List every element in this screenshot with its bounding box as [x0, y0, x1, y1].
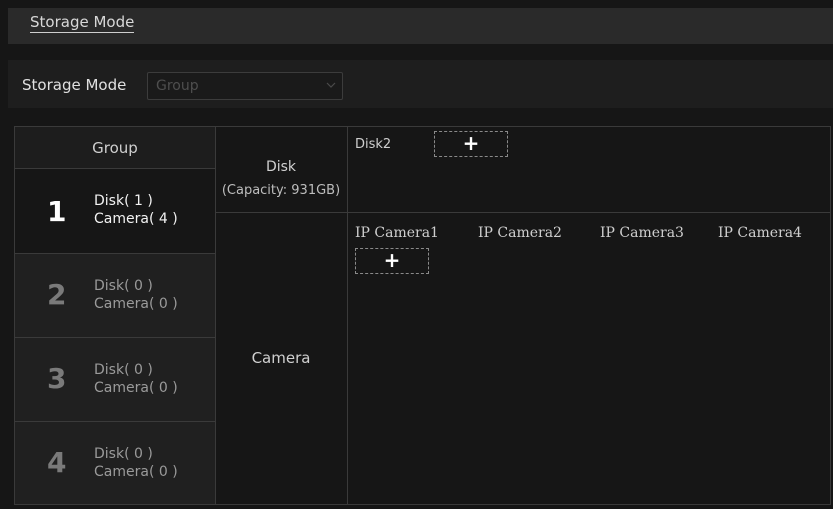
disk-title: Disk [265, 159, 297, 175]
group-info: Disk( 1 ) Camera( 4 ) [94, 192, 178, 228]
group-disk-count: Disk( 0 ) [94, 362, 153, 378]
camera-item[interactable]: IP Camera4 [718, 225, 802, 241]
storage-mode-value: Group [156, 78, 199, 94]
storage-mode-row: Storage Mode Group [8, 60, 833, 108]
group-disk-count: Disk( 1 ) [94, 193, 153, 209]
group-number: 4 [47, 446, 67, 479]
camera-item[interactable]: IP Camera3 [600, 225, 684, 241]
storage-mode-label: Storage Mode [22, 76, 127, 94]
group-row-4[interactable]: 4 Disk( 0 ) Camera( 0 ) [15, 422, 215, 504]
group-table: Group 1 Disk( 1 ) Camera( 4 ) 2 Disk( 0 … [14, 126, 831, 505]
camera-section-label: Camera [215, 213, 347, 505]
divider [347, 127, 348, 504]
group-disk-count: Disk( 0 ) [94, 278, 153, 294]
tab-bar: Storage Mode [8, 8, 833, 44]
group-camera-count: Camera( 4 ) [94, 211, 178, 227]
camera-item[interactable]: IP Camera2 [478, 225, 562, 241]
storage-mode-page: Storage Mode Storage Mode Group Group 1 … [8, 8, 833, 509]
group-info: Disk( 0 ) Camera( 0 ) [94, 361, 178, 397]
group-number: 3 [47, 362, 67, 395]
group-row-1[interactable]: 1 Disk( 1 ) Camera( 4 ) [15, 169, 215, 253]
group-row-2[interactable]: 2 Disk( 0 ) Camera( 0 ) [15, 254, 215, 338]
group-camera-count: Camera( 0 ) [94, 296, 178, 312]
add-disk-button[interactable]: + [434, 131, 508, 157]
storage-mode-select[interactable]: Group [147, 72, 343, 100]
tab-storage-mode[interactable]: Storage Mode [30, 13, 135, 33]
group-info: Disk( 0 ) Camera( 0 ) [94, 445, 178, 481]
disk-item[interactable]: Disk2 [355, 137, 391, 152]
plus-icon: + [383, 248, 401, 272]
plus-icon: + [462, 131, 480, 155]
group-camera-count: Camera( 0 ) [94, 380, 178, 396]
group-column-header: Group [15, 127, 215, 169]
group-number: 2 [47, 278, 67, 311]
add-camera-button[interactable]: + [355, 248, 429, 274]
group-camera-count: Camera( 0 ) [94, 464, 178, 480]
group-row-3[interactable]: 3 Disk( 0 ) Camera( 0 ) [15, 338, 215, 422]
camera-item[interactable]: IP Camera1 [355, 225, 439, 241]
chevron-down-icon [326, 82, 336, 88]
group-number: 1 [47, 195, 67, 228]
disk-section-label: Disk (Capacity: 931GB) [215, 127, 347, 212]
group-info: Disk( 0 ) Camera( 0 ) [94, 277, 178, 313]
camera-title: Camera [251, 349, 311, 367]
disk-capacity: (Capacity: 931GB) [221, 183, 341, 198]
group-disk-count: Disk( 0 ) [94, 446, 153, 462]
